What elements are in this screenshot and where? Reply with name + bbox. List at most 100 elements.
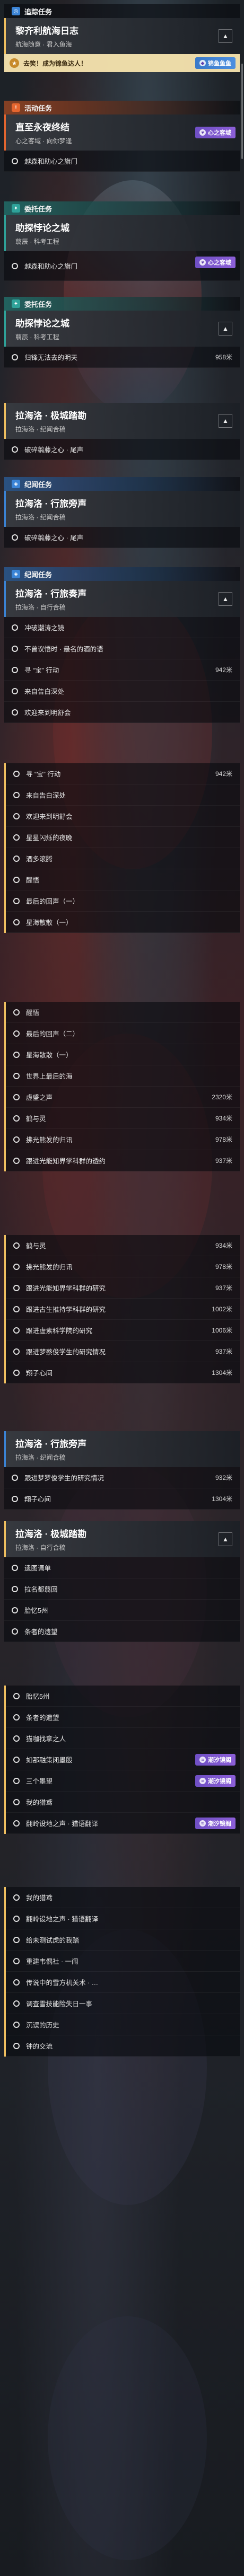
mission-card[interactable]: 助探悖论之城 翦辰 · 科考工程 ▲ — [4, 311, 240, 347]
objective-label: 最后的回声（二） — [26, 1030, 80, 1038]
objective-notice[interactable]: ★ 去笑！成为锦鱼达人！ ◆ 锦鱼鱼鱼 — [4, 54, 240, 72]
chronicle-header: ◈ 纪闻任务 — [4, 477, 240, 491]
objective-row[interactable]: 破碎翦藤之心 · 尾声 — [4, 527, 240, 548]
section-header-label: 纪闻任务 — [24, 480, 53, 489]
list-item[interactable]: 调查雪技能险失日一事 — [6, 1993, 240, 2014]
list-item[interactable]: 遗图调单 — [4, 1557, 240, 1578]
objective-row[interactable]: 归锋无法去的明天 958米 — [4, 347, 240, 368]
list-item[interactable]: 欢迎来到明舒会 — [4, 702, 240, 723]
list-item[interactable]: 翔子心间 1304米 — [6, 1362, 240, 1383]
list-item[interactable]: 寻 “宝” 行动 942米 — [6, 763, 240, 784]
circle-icon — [12, 1564, 18, 1571]
circle-icon — [12, 446, 18, 453]
chevron-up-icon[interactable]: ▲ — [219, 1532, 232, 1546]
list-item[interactable]: 醒悟 — [6, 869, 240, 890]
list-item[interactable]: 世界上最后的海 — [6, 1065, 240, 1087]
fish-icon: ◆ — [199, 60, 206, 66]
list-item[interactable]: 冲破潮涛之镜 — [4, 617, 240, 638]
list-item[interactable]: 跟进梦蔡俊学生的研究情况 937米 — [6, 1341, 240, 1362]
list-item[interactable]: 拉名都翦回 — [4, 1578, 240, 1600]
objective-label: 给未测试虎的我踏 — [26, 1937, 80, 1944]
list-item[interactable]: 虚盛之声 2320米 — [6, 1087, 240, 1108]
objective-label: 虚盛之声 — [26, 1094, 53, 1101]
list-item[interactable]: 跟进光能知界学科群的透约 937米 — [6, 1150, 240, 1171]
list-item[interactable]: 条者的遗望 — [4, 1621, 240, 1642]
mission-card[interactable]: 助探悖论之城 翦辰 · 科考工程 — [4, 215, 240, 251]
objective-row[interactable]: 越森和助心之旗门 — [4, 151, 240, 172]
circle-icon — [12, 1607, 18, 1613]
list-item[interactable]: 传说中的雪方机关术 · … — [6, 1972, 240, 1993]
objective-list-panel: 寻 “宝” 行动 942米 来自告白深处 欢迎来到明舒会 星星闪烁的夜晚 酒多滚腾… — [4, 763, 240, 933]
commission-panel: ✦ 委托任务 助探悖论之城 翦辰 · 科考工程 越森和助心之旗门 ♥ 心之客域 — [4, 201, 240, 281]
mission-card[interactable]: 拉海洛 · 极城踏勘 拉海洛 · 自行合稿 ▲ — [4, 1521, 240, 1557]
list-item[interactable]: 拂光熊发的归讯 978米 — [6, 1129, 240, 1150]
list-item[interactable]: 欢迎来到明舒会 — [6, 806, 240, 827]
scrollbar-thumb[interactable] — [241, 64, 243, 159]
region-tag: ≈ 潮汐镜阁 — [195, 1753, 236, 1766]
list-item[interactable]: 翻岭设地之声 · 猎语翻译 ≈ 潮汐镜阁 — [6, 1813, 240, 1834]
circle-icon — [13, 1777, 20, 1784]
circle-icon — [13, 1735, 20, 1742]
list-item[interactable]: 跟进古生推持学科群的研究 1002米 — [6, 1299, 240, 1320]
circle-icon — [13, 1009, 20, 1016]
list-item[interactable]: 我的猎鸢 — [6, 1887, 240, 1908]
list-item[interactable]: 三个墨望 ≈ 潮汐镜阁 — [6, 1770, 240, 1792]
mission-title: 拉海洛 · 行旅奏声 — [15, 589, 87, 599]
mission-card[interactable]: 拉海洛 · 行旅旁声 拉海洛 · 纪闻合稿 — [4, 491, 240, 527]
list-item[interactable]: 如那融策闭墨殷 ≈ 潮汐镜阁 — [6, 1749, 240, 1770]
list-item[interactable]: 重建韦偶社 · 一闻 — [6, 1951, 240, 1972]
list-item[interactable]: 星海散散（一） — [6, 912, 240, 933]
chevron-up-icon[interactable]: ▲ — [219, 592, 232, 606]
list-item[interactable]: 胎忆5州 — [6, 1686, 240, 1707]
objective-row[interactable]: 破碎翦藤之心 · 尾声 — [4, 439, 240, 460]
mission-card[interactable]: 拉海洛 · 行旅奏声 拉海洛 · 自行合稿 ▲ — [4, 581, 240, 617]
section-header-label: 委托任务 — [24, 205, 53, 213]
objective-label: 酒多滚腾 — [26, 855, 53, 863]
list-item[interactable]: 鹤与灵 934米 — [6, 1235, 240, 1256]
chevron-up-icon[interactable]: ▲ — [219, 322, 232, 336]
list-item[interactable]: 沉误的历史 — [6, 2014, 240, 2035]
list-item[interactable]: 最后的回声（二） — [6, 1023, 240, 1044]
list-item[interactable]: 猫咖找拿之人 — [6, 1728, 240, 1749]
mission-card[interactable]: 直至永夜终结 心之客域 · 向你梦逢 ♥ 心之客域 — [4, 114, 240, 151]
list-item[interactable]: 来自告白深处 — [4, 681, 240, 702]
list-item[interactable]: 跟进虚素科学院的研究 1006米 — [6, 1320, 240, 1341]
list-item[interactable]: 鹤与灵 934米 — [6, 1108, 240, 1129]
list-item[interactable]: 来自告白深处 — [6, 784, 240, 806]
objective-row[interactable]: 越森和助心之旗门 ♥ 心之客域 — [4, 251, 240, 281]
objective-label: 猫咖找拿之人 — [26, 1735, 66, 1743]
list-item[interactable]: 胎忆5州 — [4, 1600, 240, 1621]
list-item[interactable]: 翻岭设地之声 · 猎语翻译 — [6, 1908, 240, 1929]
list-item[interactable]: 跟进光能知界学科群的研究 937米 — [6, 1277, 240, 1299]
circle-icon — [13, 1348, 20, 1355]
chevron-up-icon[interactable]: ▲ — [219, 29, 232, 43]
objective-label: 醒悟 — [26, 1009, 40, 1017]
objective-label: 醒悟 — [26, 877, 40, 884]
list-item[interactable]: 给未测试虎的我踏 — [6, 1929, 240, 1951]
section-header-label: 追踪任务 — [24, 7, 53, 16]
chevron-up-icon[interactable]: ▲ — [219, 414, 232, 428]
list-item[interactable]: 不曾议悟时 · 最名的酒的语 — [4, 638, 240, 659]
objective-list: 冲破潮涛之镜 不曾议悟时 · 最名的酒的语 寻 “宝” 行动 942米 来自告白深… — [4, 617, 240, 723]
list-item[interactable]: 翔子心间 1304米 — [4, 1488, 240, 1510]
list-item[interactable]: 我的猎鸢 — [6, 1792, 240, 1813]
list-item[interactable]: 跟进梦罗俊学生的研究情况 932米 — [4, 1467, 240, 1488]
circle-icon — [13, 1714, 20, 1721]
mission-card[interactable]: 拉海洛 · 极城踏勘 拉海洛 · 纪闻合稿 ▲ — [4, 403, 240, 439]
list-item[interactable]: 星星闪烁的夜晚 — [6, 827, 240, 848]
list-item[interactable]: 寻 “宝” 行动 942米 — [4, 659, 240, 681]
list-item[interactable]: 拂光熊发的归讯 978米 — [6, 1256, 240, 1277]
heart-icon: ♥ — [199, 129, 206, 136]
list-item[interactable]: 星海散散（一） — [6, 1044, 240, 1065]
list-item[interactable]: 钟的交流 — [6, 2035, 240, 2057]
list-item[interactable]: 最后的回声（一） — [6, 890, 240, 912]
list-item[interactable]: 酒多滚腾 — [6, 848, 240, 869]
list-item[interactable]: 醒悟 — [6, 1002, 240, 1023]
mission-card[interactable]: 黎齐利航海日志 航海随意 · 君入鱼海 ▲ — [4, 18, 240, 54]
mission-title: 助探悖论之城 — [15, 223, 69, 233]
list-item[interactable]: 条者的遗望 — [6, 1707, 240, 1728]
region-tag-label: 潮汐镜阁 — [208, 1757, 231, 1763]
section-header-label: 活动任务 — [24, 104, 53, 112]
mission-card[interactable]: 拉海洛 · 行旅旁声 拉海洛 · 纪闻合稿 — [4, 1431, 240, 1467]
distance-label: 978米 — [215, 1136, 232, 1143]
